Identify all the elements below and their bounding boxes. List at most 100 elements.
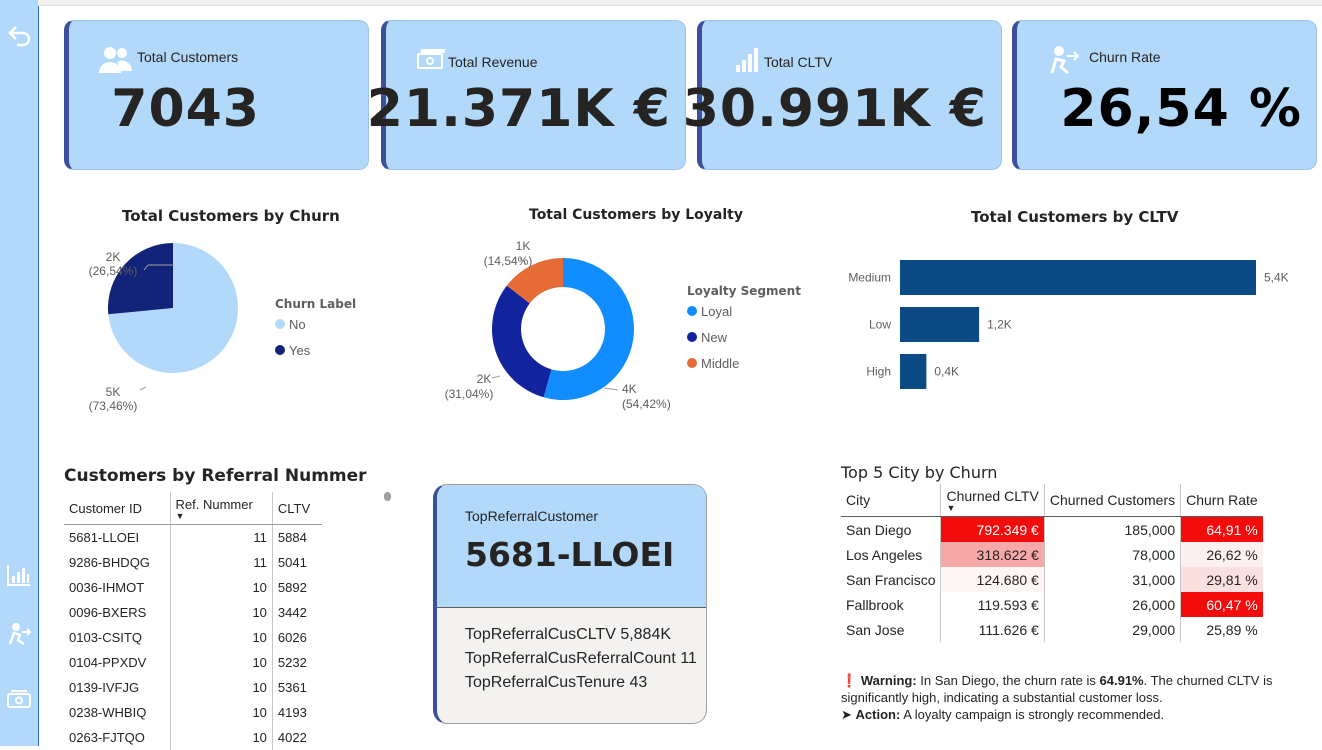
city-table: City Churned CLTV ▼ Churned Customers Ch…	[841, 484, 1263, 642]
cell-churned-cltv: 318.622 €	[940, 542, 1045, 567]
sidebar	[0, 0, 39, 746]
sort-descending-icon[interactable]: ▼	[946, 504, 1038, 513]
table-row[interactable]: 0036-IHMOT 10 5892	[64, 575, 322, 600]
data-label: 5,4K	[1264, 271, 1289, 285]
table-header-row: City Churned CLTV ▼ Churned Customers Ch…	[841, 484, 1263, 517]
data-label-new: 2K (31,04%)	[444, 372, 494, 401]
legend-item-yes[interactable]: Yes	[275, 337, 356, 363]
column-header-churned-cltv[interactable]: Churned CLTV ▼	[940, 484, 1045, 517]
scroll-handle[interactable]	[384, 492, 391, 501]
cell-churned-customers: 78,000	[1043, 542, 1181, 567]
kpi-label: Total CLTV	[764, 54, 833, 70]
table-row[interactable]: 0096-BXERS 10 3442	[64, 600, 322, 625]
column-header-churned-customers[interactable]: Churned Customers	[1043, 484, 1181, 517]
card-details: TopReferralCusCLTV 5,884K TopReferralCus…	[465, 623, 697, 695]
data-label-no: 5K (73,46%)	[88, 385, 138, 413]
table-row[interactable]: 9286-BHDQG 11 5041	[64, 550, 322, 575]
cell-city: San Jose	[846, 621, 905, 638]
top-bar	[38, 0, 1322, 6]
kpi-value: 26,54 %	[1060, 79, 1302, 139]
column-header-city[interactable]: City	[841, 484, 941, 517]
legend-item-loyal[interactable]: Loyal	[687, 298, 801, 324]
cell-churned-customers: 29,000	[1043, 617, 1181, 642]
cell-customer-id: 0238-WHBIQ	[69, 705, 147, 720]
bar-chart-icon[interactable]	[4, 560, 34, 590]
data-label-middle: 1K (14,54%)	[483, 239, 533, 268]
referral-table-title: Customers by Referral Nummer	[64, 466, 367, 486]
card-line: TopReferralCusTenure 43	[465, 674, 648, 691]
cell-city: Fallbrook	[846, 596, 904, 613]
table-row[interactable]: Fallbrook 119.593 €26,000 60,47 %	[841, 592, 1263, 617]
cell-churn-rate: 60,47 %	[1180, 592, 1263, 617]
legend-item-no[interactable]: No	[275, 311, 356, 337]
cell-cltv: 4193	[271, 700, 322, 725]
kpi-card-total-revenue: Total Revenue 21.371K €	[367, 20, 686, 170]
person-leaving-icon[interactable]	[4, 620, 34, 650]
back-arrow-icon[interactable]	[4, 22, 34, 52]
chart-title: Total Customers by CLTV	[971, 208, 1179, 226]
chart-title: Total Customers by Loyalty	[529, 207, 743, 223]
kpi-card-churn-rate: Churn Rate 26,54 %	[1012, 20, 1317, 170]
table-row[interactable]: 0104-PPXDV 10 5232	[64, 650, 322, 675]
column-header-ref-nummer[interactable]: Ref. Nummer ▼	[169, 492, 273, 525]
money-icon[interactable]	[4, 684, 34, 714]
cell-customer-id: 0096-BXERS	[69, 605, 147, 620]
cell-customer-id: 9286-BHDQG	[69, 555, 150, 570]
cltv-bar-chart: Medium 5,4K Low 1,2K High 0,4K	[848, 260, 1289, 389]
legend-loyalty: Loyalty Segment Loyal New Middle	[687, 284, 801, 376]
cell-ref-nummer: 10	[169, 725, 273, 750]
legend-churn: Churn Label No Yes	[275, 297, 356, 363]
bar-medium[interactable]	[900, 260, 1256, 295]
cell-cltv: 5041	[271, 550, 322, 575]
cell-city: Los Angeles	[846, 546, 923, 563]
table-row[interactable]: San Francisco 124.680 €31,000 29,81 %	[841, 567, 1263, 592]
data-label-yes: 2K (26,54%)	[88, 250, 138, 278]
donut-slice-new[interactable]	[492, 285, 552, 398]
sort-descending-icon[interactable]: ▼	[176, 511, 267, 520]
kpi-label: Total Customers	[137, 49, 239, 65]
table-header-row: Customer ID Ref. Nummer ▼ CLTV	[64, 492, 322, 525]
table-row[interactable]: 5681-LLOEI 11 5884	[64, 524, 322, 550]
cell-ref-nummer: 10	[169, 625, 273, 650]
cell-ref-nummer: 10	[169, 600, 273, 625]
card-line: TopReferralCusCLTV 5,884K	[465, 626, 672, 643]
cell-churn-rate: 64,91 %	[1180, 516, 1263, 542]
cell-churned-cltv: 792.349 €	[940, 516, 1045, 542]
table-row[interactable]: San Jose 111.626 €29,000 25,89 %	[841, 617, 1263, 642]
top-referral-header: TopReferralCustomer 5681-LLOEI	[437, 485, 706, 608]
table-row[interactable]: 0139-IVFJG 10 5361	[64, 675, 322, 700]
cell-ref-nummer: 10	[169, 675, 273, 700]
cell-ref-nummer: 11	[169, 550, 273, 575]
table-row[interactable]: San Diego 792.349 €185,000 64,91 %	[841, 516, 1263, 542]
money-icon	[416, 45, 450, 75]
cell-churned-cltv: 111.626 €	[940, 617, 1045, 642]
legend-item-middle[interactable]: Middle	[687, 350, 801, 376]
card-line: TopReferralCusReferralCount 11	[465, 650, 697, 667]
cell-customer-id: 0139-IVFJG	[69, 680, 140, 695]
column-header-churn-rate[interactable]: Churn Rate	[1180, 484, 1263, 517]
kpi-value: 30.991K €	[682, 79, 987, 139]
column-header-cltv[interactable]: CLTV	[271, 492, 322, 525]
people-icon	[99, 45, 133, 75]
cell-churned-customers: 31,000	[1043, 567, 1181, 592]
column-header-customer-id[interactable]: Customer ID	[64, 492, 171, 525]
legend-item-new[interactable]: New	[687, 324, 801, 350]
cell-churned-cltv: 124.680 €	[940, 567, 1045, 592]
cell-ref-nummer: 10	[169, 575, 273, 600]
warning-note: ❗ Warning: In San Diego, the churn rate …	[841, 673, 1273, 722]
bar-high[interactable]	[900, 354, 927, 389]
cell-cltv: 5361	[271, 675, 322, 700]
table-row[interactable]: 0263-FJTQO 10 4022	[64, 725, 322, 750]
bar-low[interactable]	[900, 307, 980, 342]
bar-chart-icon	[732, 45, 766, 75]
card-value: 5681-LLOEI	[465, 535, 675, 574]
table-row[interactable]: 0103-CSITQ 10 6026	[64, 625, 322, 650]
category-label: Medium	[848, 271, 891, 285]
city-table-title: Top 5 City by Churn	[841, 463, 998, 482]
table-row[interactable]: 0238-WHBIQ 10 4193	[64, 700, 322, 725]
table-row[interactable]: Los Angeles 318.622 €78,000 26,62 %	[841, 542, 1263, 567]
data-label: 1,2K	[987, 318, 1012, 332]
data-label-loyal: 4K (54,42%)	[622, 382, 671, 411]
kpi-label: Total Revenue	[448, 54, 538, 70]
cell-cltv: 5884	[271, 524, 322, 550]
